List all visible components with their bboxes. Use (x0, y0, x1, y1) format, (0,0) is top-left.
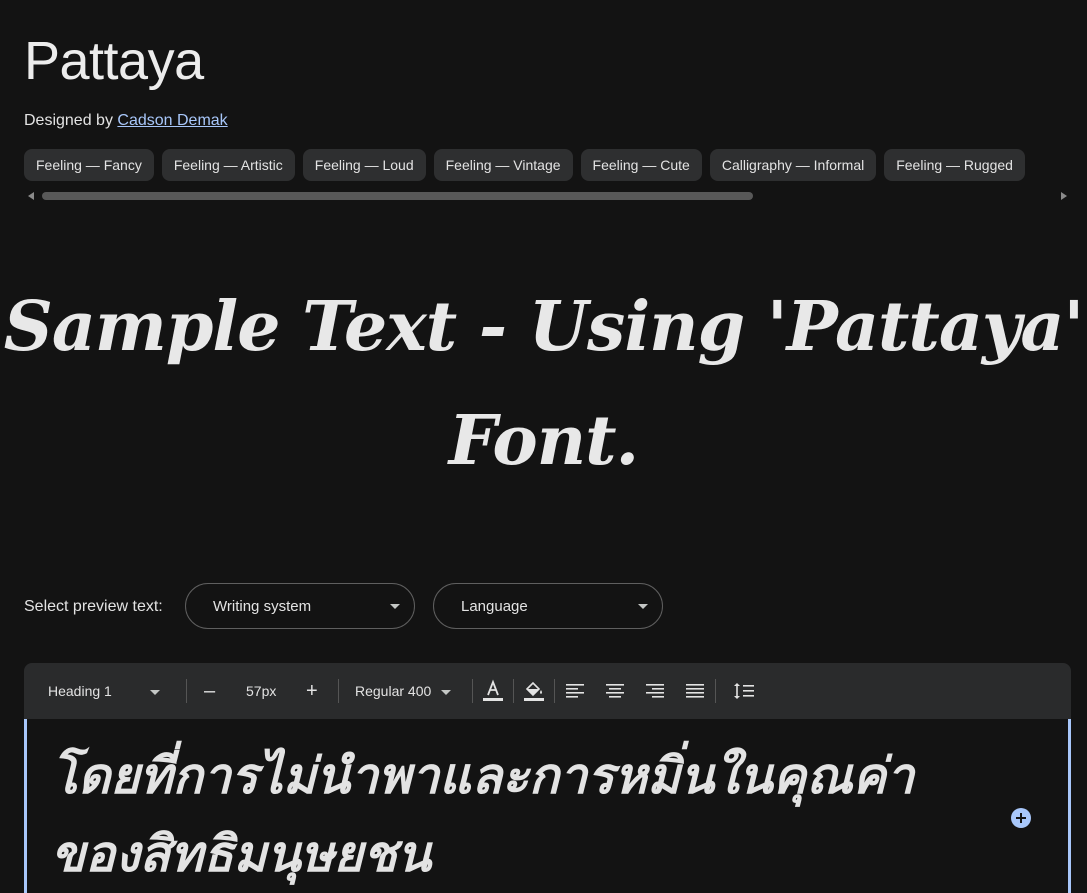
align-center-icon[interactable] (605, 681, 625, 701)
editor-toolbar: Heading 1 – 57px + Regular 400 (24, 663, 1071, 719)
language-select[interactable]: Language (433, 583, 663, 629)
tag-chip[interactable]: Feeling — Loud (302, 149, 426, 181)
font-size-value[interactable]: 57px (246, 663, 276, 719)
writing-system-select[interactable]: Writing system (185, 583, 415, 629)
tag-chip[interactable]: Feeling — Rugged (884, 149, 1025, 181)
toolbar-divider (338, 679, 339, 703)
toolbar-divider (186, 679, 187, 703)
language-value: Language (461, 598, 528, 615)
caret-down-icon (638, 604, 648, 609)
caret-down-icon (441, 689, 452, 695)
tag-chip[interactable]: Calligraphy — Informal (709, 149, 877, 181)
text-style-dropdown[interactable]: Heading 1 (48, 663, 160, 719)
tag-chip[interactable]: Feeling — Fancy (24, 149, 154, 181)
align-left-icon[interactable] (565, 681, 585, 701)
highlight-color-icon[interactable] (523, 679, 545, 703)
tag-list: Feeling — Fancy Feeling — Artistic Feeli… (24, 149, 1071, 183)
editor-text[interactable]: โดยที่การไม่นำพาและการหมิ่นในคุณค่าของสิ… (51, 737, 951, 893)
font-specimen-page: Pattaya Designed by Cadson Demak Feeling… (0, 0, 1087, 893)
align-right-icon[interactable] (645, 681, 665, 701)
sample-text-line-2: Font. (448, 401, 639, 481)
designer-link[interactable]: Cadson Demak (117, 112, 227, 129)
scroll-left-icon[interactable] (28, 192, 34, 200)
toolbar-divider (715, 679, 716, 703)
tag-chip[interactable]: Feeling — Artistic (161, 149, 295, 181)
toolbar-divider (554, 679, 555, 703)
caret-down-icon (149, 689, 160, 695)
caret-down-icon (390, 604, 400, 609)
sample-text-line-1: Sample Text - Using 'Pattaya' (3, 287, 1085, 367)
align-justify-icon[interactable] (685, 681, 705, 701)
text-color-icon[interactable] (482, 679, 504, 703)
writing-system-value: Writing system (213, 598, 312, 615)
page-title: Pattaya (24, 31, 204, 91)
tag-chip[interactable]: Feeling — Vintage (433, 149, 573, 181)
scroll-right-icon[interactable] (1061, 192, 1067, 200)
designed-by-label: Designed by (24, 112, 113, 129)
decrease-size-button[interactable]: – (204, 663, 215, 719)
designer-line: Designed by Cadson Demak (24, 110, 228, 132)
scroll-thumb[interactable] (42, 192, 753, 200)
tag-chip[interactable]: Feeling — Cute (580, 149, 702, 181)
preview-editor[interactable]: โดยที่การไม่นำพาและการหมิ่นในคุณค่าของสิ… (24, 719, 1071, 893)
sample-text: Sample Text - Using 'Pattaya' Font. (0, 270, 1087, 498)
increase-size-button[interactable]: + (306, 663, 318, 719)
tags-scrollbar[interactable] (24, 190, 1071, 202)
toolbar-divider (472, 679, 473, 703)
font-weight-value: Regular 400 (355, 683, 432, 699)
line-height-icon[interactable] (733, 681, 755, 701)
add-icon[interactable] (1011, 808, 1031, 828)
text-style-value: Heading 1 (48, 683, 112, 699)
toolbar-divider (513, 679, 514, 703)
font-weight-dropdown[interactable]: Regular 400 (355, 663, 452, 719)
preview-text-label: Select preview text: (24, 598, 163, 615)
